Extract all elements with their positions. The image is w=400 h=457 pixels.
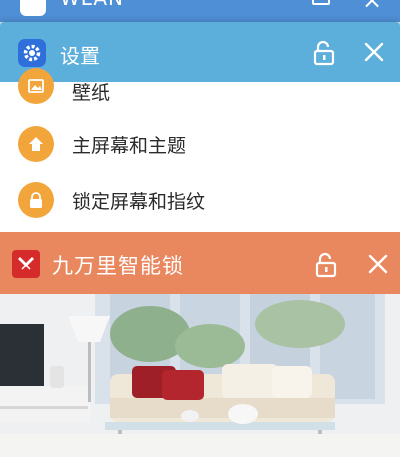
settings-item-home-theme[interactable]: 主屏幕和主题	[0, 116, 400, 172]
settings-gear-icon	[18, 39, 46, 67]
settings-card-header: 设置	[0, 22, 400, 82]
close-icon[interactable]: ×	[362, 0, 382, 12]
settings-item-wallpaper[interactable]: 壁纸	[0, 68, 400, 116]
settings-item-label: 壁纸	[72, 82, 111, 104]
settings-item-lock-screen-fingerprint[interactable]: 锁定屏幕和指纹	[0, 172, 400, 228]
recent-app-card-wlan[interactable]: WLAN ×	[0, 0, 400, 22]
living-room-photo	[0, 294, 400, 457]
settings-item-label: 锁定屏幕和指纹	[72, 190, 206, 213]
settings-list: 壁纸 主屏幕和主题 锁定屏幕和指纹	[0, 68, 400, 228]
settings-card-title: 设置	[60, 44, 100, 68]
home-theme-icon	[18, 126, 54, 162]
wlan-card-title: WLAN	[60, 0, 124, 10]
smart-lock-app-icon	[12, 250, 40, 278]
lock-screen-fingerprint-icon	[18, 182, 54, 218]
wlan-app-icon	[20, 0, 46, 16]
unlock-icon[interactable]	[312, 40, 336, 66]
wallpaper-icon	[18, 68, 54, 104]
close-icon[interactable]	[364, 250, 392, 278]
unlock-icon[interactable]	[314, 252, 338, 278]
close-icon[interactable]	[360, 38, 388, 66]
smart-lock-card-title: 九万里智能锁	[52, 254, 184, 278]
lock-icon[interactable]	[312, 0, 330, 5]
settings-item-label: 主屏幕和主题	[72, 134, 187, 157]
recent-app-card-settings[interactable]: 设置 壁纸 主屏幕和主题 锁定屏幕和指纹	[0, 22, 400, 232]
smart-lock-card-header: 九万里智能锁	[0, 232, 400, 294]
recent-app-card-smart-lock[interactable]: 九万里智能锁	[0, 232, 400, 457]
